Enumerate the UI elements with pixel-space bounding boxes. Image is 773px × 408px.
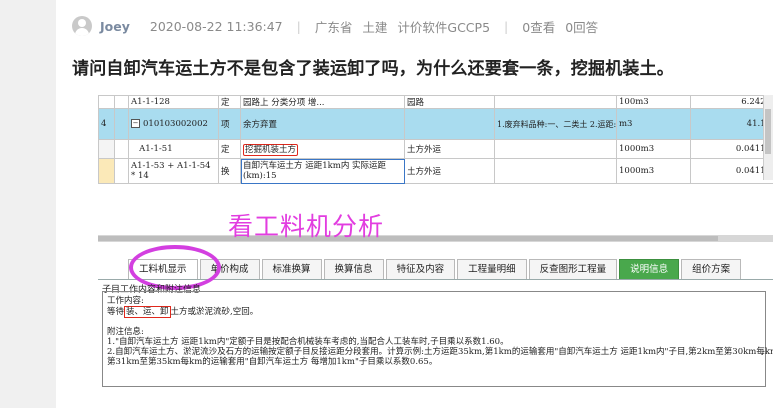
description-panel: 工作内容: 等待 装、运、卸 土方或淤泥流砂,空回。 附注信息: 1."自卸汽车运土…: [102, 291, 773, 387]
cell-qty[interactable]: 6.2423: [690, 95, 773, 109]
collapse-icon[interactable]: −: [131, 119, 140, 128]
cell-unit[interactable]: 1000m3: [616, 158, 691, 184]
budget-table: A1-1-128 定 园路上 分类分项 增... 园路 100m3 6.2423…: [98, 95, 773, 184]
tab-pricing-plan[interactable]: 组价方案: [681, 259, 742, 279]
cell-desc[interactable]: 园路: [404, 95, 495, 109]
table-row[interactable]: A1-1-128 定 园路上 分类分项 增... 园路 100m3 6.2423: [98, 95, 773, 109]
cell-unit[interactable]: m3: [616, 108, 691, 140]
author-name[interactable]: Joey: [100, 19, 130, 34]
work-content-text: 等待 装、运、卸 土方或淤泥流砂,空回。: [107, 306, 259, 318]
cell-type[interactable]: 换: [218, 158, 241, 184]
user-avatar-icon[interactable]: [72, 16, 92, 36]
tab-description[interactable]: 说明信息: [619, 259, 680, 279]
cell-type[interactable]: 定: [218, 139, 241, 159]
location-category: 土建: [362, 19, 388, 35]
tab-quantity-detail[interactable]: 工程量明细: [457, 259, 527, 279]
cell-code[interactable]: A1-1-51: [128, 139, 219, 159]
cell-name[interactable]: 余方弃置: [240, 108, 405, 140]
tab-features[interactable]: 特征及内容: [385, 259, 456, 279]
software-screenshot: A1-1-128 定 园路上 分类分项 增... 园路 100m3 6.2423…: [98, 95, 773, 408]
cell-code[interactable]: A1-1-53 + A1-1-54 * 14: [128, 158, 219, 184]
cell-unit[interactable]: 1000m3: [616, 139, 691, 159]
cell-code[interactable]: −010103002002: [128, 108, 219, 140]
vertical-scrollbar[interactable]: [763, 95, 773, 180]
highlight-box: 挖掘机装土方: [243, 144, 299, 156]
cell-qty[interactable]: 41.16: [690, 108, 773, 140]
post-meta: Joey 2020-08-22 11:36:47 | 广东省 土建 计价软件GC…: [72, 15, 598, 37]
table-row-selected[interactable]: 4 −010103002002 项 余方弃置 1.废弃料品种:一、二类土 2.运…: [98, 108, 773, 140]
horizontal-scrollbar[interactable]: [98, 235, 773, 242]
location-software: 计价软件GCCP5: [397, 19, 491, 35]
tab-conversion-info[interactable]: 换算信息: [323, 259, 384, 279]
cell-qty[interactable]: 0.04116: [690, 158, 773, 184]
cell-name[interactable]: 园路上 分类分项 增...: [240, 95, 405, 109]
post-card: Joey 2020-08-22 11:36:47 | 广东省 土建 计价软件GC…: [56, 0, 773, 408]
meta-divider: |: [296, 18, 301, 34]
cell-qty[interactable]: 0.04116: [690, 139, 773, 159]
post-date: 2020-08-22 11:36:47: [149, 18, 283, 34]
tab-standard-conversion[interactable]: 标准换算: [261, 259, 322, 279]
cell-feature[interactable]: 1.废弃料品种:一、二类土 2.运距:投标人自行考虑: [494, 108, 617, 140]
answer-count: 0回答: [565, 19, 599, 35]
cell-desc[interactable]: 土方外运: [404, 158, 495, 184]
cell-unit[interactable]: 100m3: [616, 95, 691, 109]
cell-desc[interactable]: 土方外运: [404, 139, 495, 159]
meta-divider: |: [504, 18, 509, 34]
cell-type[interactable]: 项: [218, 108, 241, 140]
cell-type[interactable]: 定: [218, 95, 241, 109]
cell-code[interactable]: A1-1-128: [128, 95, 219, 109]
highlight-box: 装、运、卸: [124, 306, 171, 318]
location-province: 广东省: [314, 19, 353, 35]
note-line-3: 第31km至第35km每km的运输套用"自卸汽车运土方 每增加1km"子目乘以系…: [107, 357, 438, 367]
post-title: 请问自卸汽车运土方不是包含了装运卸了吗，为什么还要套一条，挖掘机装土。: [72, 59, 674, 79]
table-row[interactable]: A1-1-53 + A1-1-54 * 14 换 自卸汽车运土方 运距1km内 …: [98, 158, 773, 184]
tab-reverse-lookup[interactable]: 反查图形工程量: [528, 259, 618, 279]
annotation-text: 看工料机分析: [228, 212, 385, 241]
cell-name[interactable]: 挖掘机装土方: [240, 139, 405, 159]
table-row[interactable]: A1-1-51 定 挖掘机装土方 土方外运 1000m3 0.04116: [98, 139, 773, 159]
row-index: 4: [98, 108, 115, 140]
cell-name-editing[interactable]: 自卸汽车运土方 运距1km内 实际运距(km):15: [240, 158, 405, 184]
view-count: 0查看: [522, 19, 556, 35]
